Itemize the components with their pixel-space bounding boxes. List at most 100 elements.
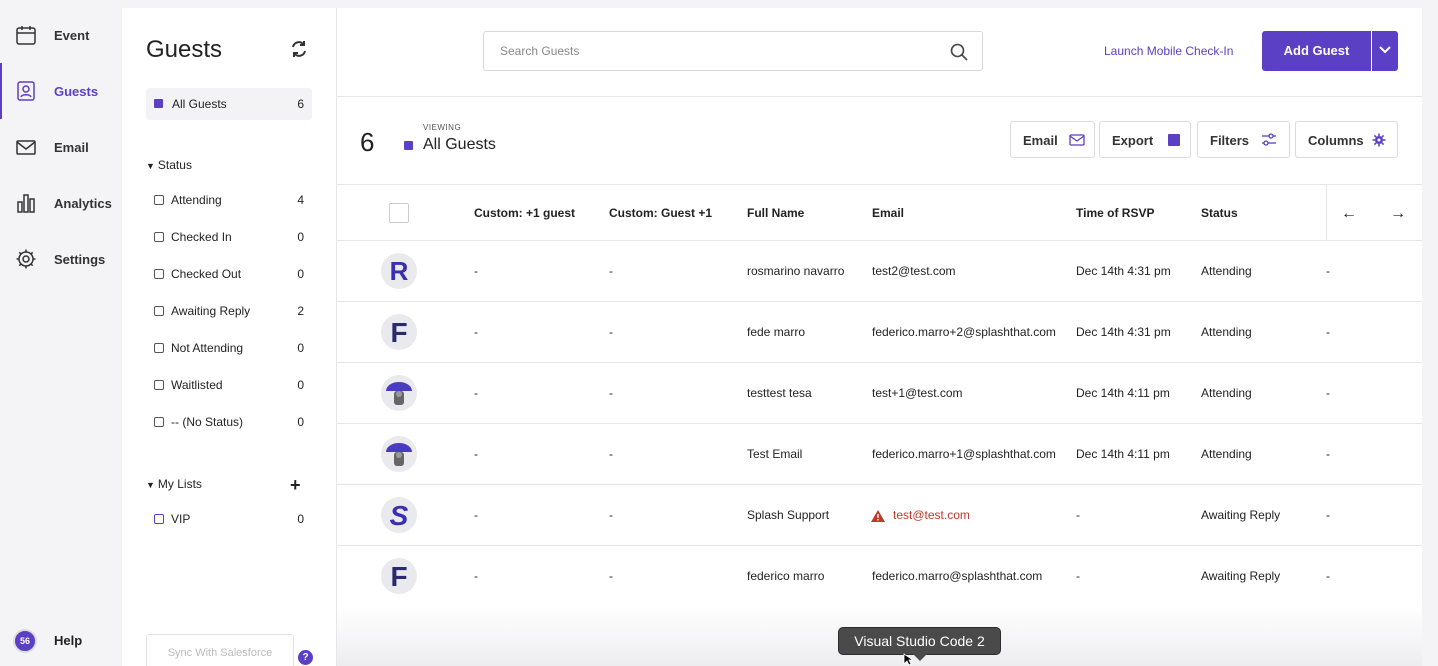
cell-full-name: testtest tesa — [747, 386, 812, 400]
nav-item-settings[interactable]: Settings — [0, 231, 122, 287]
cell-guest1: - — [609, 264, 613, 278]
main-nav: Event Guests Email Analytics Settings 56… — [0, 0, 122, 666]
filter-count: 4 — [297, 193, 304, 207]
filter-count: 0 — [297, 230, 304, 244]
nav-label: Analytics — [54, 195, 112, 211]
add-guest-dropdown[interactable] — [1372, 31, 1398, 71]
button-label: Export — [1112, 133, 1154, 148]
search-icon[interactable] — [950, 43, 968, 61]
table-row[interactable]: F - - fede marro federico.marro+2@splash… — [337, 302, 1422, 363]
checkbox[interactable] — [154, 306, 164, 316]
svg-text:S: S — [390, 500, 409, 531]
add-guest-button[interactable]: Add Guest — [1262, 31, 1371, 71]
gear-icon — [16, 249, 36, 269]
columns-button[interactable]: Columns — [1295, 121, 1398, 158]
email-button[interactable]: Email — [1010, 121, 1095, 158]
checkbox[interactable] — [154, 380, 164, 390]
help-icon[interactable]: ? — [298, 650, 313, 665]
my-lists-section-toggle[interactable]: ▼ My Lists — [146, 477, 202, 491]
cell-plus1: - — [474, 386, 478, 400]
search-placeholder: Search Guests — [500, 44, 580, 58]
filter-checked-out[interactable]: Checked Out 0 — [154, 266, 304, 284]
cell-email: test+1@test.com — [872, 386, 963, 400]
filter-count: 0 — [297, 341, 304, 355]
filter-waitlisted[interactable]: Waitlisted 0 — [154, 377, 304, 395]
cell-plus1: - — [474, 325, 478, 339]
select-all-checkbox[interactable] — [389, 203, 409, 223]
cell-plus1: - — [474, 569, 478, 583]
column-header[interactable]: Email — [872, 206, 904, 220]
filters-button[interactable]: Filters — [1197, 121, 1290, 158]
add-list-icon[interactable]: + — [290, 475, 301, 496]
checkbox[interactable] — [154, 269, 164, 279]
nav-item-analytics[interactable]: Analytics — [0, 175, 122, 231]
avatar: F — [381, 558, 417, 594]
avatar — [381, 436, 417, 472]
cell-full-name: Test Email — [747, 447, 803, 461]
table-row[interactable]: S - - Splash Support test@test.com - Awa… — [337, 485, 1422, 546]
cell-email: test@test.com — [893, 508, 970, 522]
guests-icon — [17, 81, 35, 101]
status-section-toggle[interactable]: ▼ Status — [146, 158, 192, 172]
cell-email: test2@test.com — [872, 264, 956, 278]
column-header[interactable]: Time of RSVP — [1076, 206, 1154, 220]
filter-attending[interactable]: Attending 4 — [154, 192, 304, 210]
filter-count: 0 — [297, 267, 304, 281]
section-heading: Status — [157, 158, 192, 172]
filter-not-attending[interactable]: Not Attending 0 — [154, 340, 304, 358]
checkbox[interactable] — [154, 232, 164, 242]
warning-icon — [871, 510, 885, 522]
nav-item-event[interactable]: Event — [0, 7, 122, 63]
nav-item-guests[interactable]: Guests — [0, 63, 122, 119]
column-header[interactable]: Custom: Guest +1 — [609, 206, 712, 220]
chevron-down-icon — [1379, 46, 1391, 54]
list-vip[interactable]: VIP 0 — [154, 511, 304, 529]
main-content: Search Guests Launch Mobile Check-In Add… — [337, 8, 1422, 666]
column-header[interactable]: Custom: +1 guest — [474, 206, 575, 220]
export-icon — [1168, 134, 1180, 146]
cell-guest1: - — [609, 447, 613, 461]
filter-checked-in[interactable]: Checked In 0 — [154, 229, 304, 247]
cell-rsvp-time: Dec 14th 4:11 pm — [1076, 447, 1170, 461]
launch-mobile-checkin-link[interactable]: Launch Mobile Check-In — [1104, 44, 1233, 58]
table-row[interactable]: - - testtest tesa test+1@test.com Dec 14… — [337, 363, 1422, 424]
filter-count: 0 — [297, 415, 304, 429]
checkbox[interactable] — [154, 343, 164, 353]
arrow-left-icon[interactable]: ← — [1341, 205, 1357, 223]
cell-extra: - — [1326, 508, 1330, 522]
top-bar: Search Guests Launch Mobile Check-In Add… — [337, 8, 1422, 97]
notification-badge: 56 — [13, 629, 37, 653]
checkbox[interactable] — [154, 195, 164, 205]
cell-rsvp-time: Dec 14th 4:31 pm — [1076, 264, 1171, 278]
table-row[interactable]: F - - federico marro federico.marro@spla… — [337, 546, 1422, 607]
filter-label: All Guests — [172, 97, 227, 111]
sidebar-title: Guests — [146, 36, 223, 63]
checkbox[interactable] — [154, 417, 164, 427]
filter-all-guests[interactable]: All Guests 6 — [146, 88, 312, 120]
nav-item-email[interactable]: Email — [0, 119, 122, 175]
filter-awaiting-reply[interactable]: Awaiting Reply 2 — [154, 303, 304, 321]
filter-no-status[interactable]: -- (No Status) 0 — [154, 414, 304, 432]
cell-status: Attending — [1201, 325, 1252, 339]
export-button[interactable]: Export — [1099, 121, 1191, 158]
sync-salesforce-button[interactable]: Sync With Salesforce — [146, 634, 294, 666]
help-button[interactable]: 56 Help — [0, 625, 122, 655]
table-row[interactable]: R - - rosmarino navarro test2@test.com D… — [337, 241, 1422, 302]
column-scroll-controls: ← → — [1326, 185, 1422, 241]
column-header[interactable]: Status — [1201, 206, 1238, 220]
column-header[interactable]: Full Name — [747, 206, 804, 220]
filter-label: Checked In — [171, 230, 232, 244]
checkbox[interactable] — [154, 514, 164, 524]
table-row[interactable]: - - Test Email federico.marro+1@splashth… — [337, 424, 1422, 485]
filter-label: Checked Out — [171, 267, 242, 281]
filter-count: 0 — [297, 378, 304, 392]
search-input[interactable]: Search Guests — [483, 31, 983, 71]
list-label: VIP — [171, 512, 191, 526]
refresh-icon[interactable] — [289, 39, 309, 59]
cell-plus1: - — [474, 447, 478, 461]
view-bar: 6 VIEWING All Guests Email Export Filter… — [337, 97, 1422, 185]
avatar: R — [381, 253, 417, 289]
sliders-icon — [1262, 133, 1276, 146]
svg-text:F: F — [390, 561, 407, 592]
arrow-right-icon[interactable]: → — [1390, 205, 1406, 223]
